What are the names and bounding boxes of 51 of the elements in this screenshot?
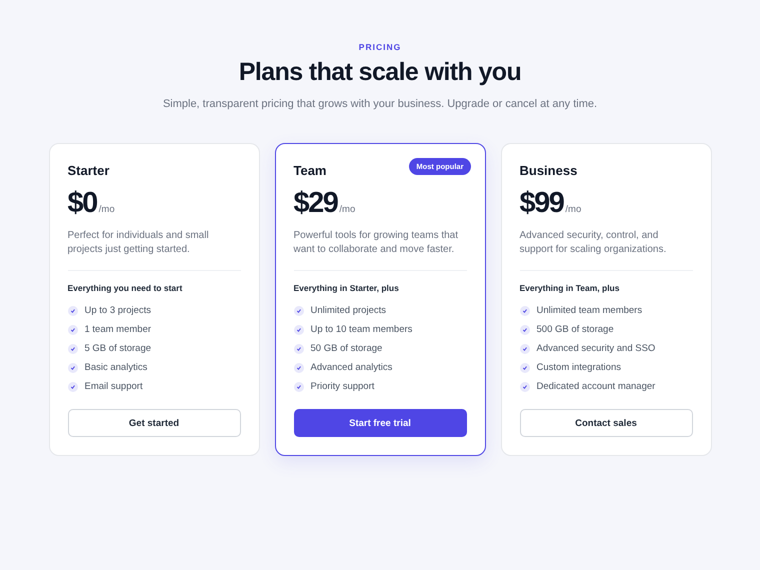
- feature-text: Advanced security and SSO: [536, 343, 656, 354]
- check-icon: [68, 306, 78, 316]
- plan-price: $99: [520, 187, 564, 220]
- plan-description: Advanced security, control, and support for scaling organizations.: [520, 229, 668, 257]
- feature-text: Unlimited projects: [310, 305, 386, 316]
- plan-price: $0: [68, 187, 97, 220]
- feature-text: Email support: [84, 381, 143, 392]
- features-heading: Everything in Team, plus: [520, 283, 620, 293]
- check-icon: [520, 344, 530, 354]
- plan-button[interactable]: Get started: [68, 409, 240, 437]
- check-icon: [68, 362, 78, 372]
- plan-price: $29: [294, 187, 338, 220]
- check-icon: [68, 344, 78, 354]
- plan-description: Powerful tools for growing teams that want to collaborate and move faster.: [294, 229, 460, 257]
- plan-button[interactable]: Start free trial: [294, 409, 466, 437]
- plan-name: Starter: [68, 162, 110, 178]
- check-icon: [294, 324, 304, 334]
- price-period: /mo: [339, 204, 356, 215]
- check-icon: [520, 306, 530, 316]
- feature-text: Basic analytics: [84, 362, 148, 373]
- check-icon: [68, 324, 78, 334]
- check-icon: [294, 362, 304, 372]
- feature-text: Priority support: [310, 381, 374, 392]
- check-icon: [294, 382, 304, 392]
- check-icon: [294, 344, 304, 354]
- plan-name: Team: [294, 162, 326, 178]
- features-heading: Everything you need to start: [68, 283, 184, 293]
- feature-text: 500 GB of storage: [536, 324, 614, 335]
- page-subtitle: Simple, transparent pricing that grows with your business. Upgrade or cancel at any time.: [162, 98, 598, 110]
- feature-text: Dedicated account manager: [536, 381, 656, 392]
- check-icon: [520, 362, 530, 372]
- check-icon: [294, 306, 304, 316]
- feature-text: 50 GB of storage: [310, 343, 382, 354]
- check-icon: [520, 324, 530, 334]
- price-period: /mo: [565, 204, 582, 215]
- feature-text: Unlimited team members: [536, 305, 642, 316]
- plan-name: Business: [520, 162, 578, 178]
- check-icon: [520, 382, 530, 392]
- section-label: PRICING: [358, 42, 402, 52]
- features-heading: Everything in Starter, plus: [294, 283, 400, 293]
- price-period: /mo: [98, 204, 115, 215]
- feature-text: Up to 3 projects: [84, 305, 152, 316]
- feature-text: 1 team member: [84, 324, 152, 335]
- plan-description: Perfect for individuals and small projects just getting started.: [68, 229, 210, 257]
- plan-button[interactable]: Contact sales: [520, 409, 692, 437]
- feature-text: Up to 10 team members: [310, 324, 412, 335]
- feature-text: Custom integrations: [536, 362, 621, 373]
- feature-text: Advanced analytics: [310, 362, 392, 373]
- check-icon: [68, 382, 78, 392]
- feature-text: 5 GB of storage: [84, 343, 152, 354]
- page-title: Plans that scale with you: [238, 58, 522, 87]
